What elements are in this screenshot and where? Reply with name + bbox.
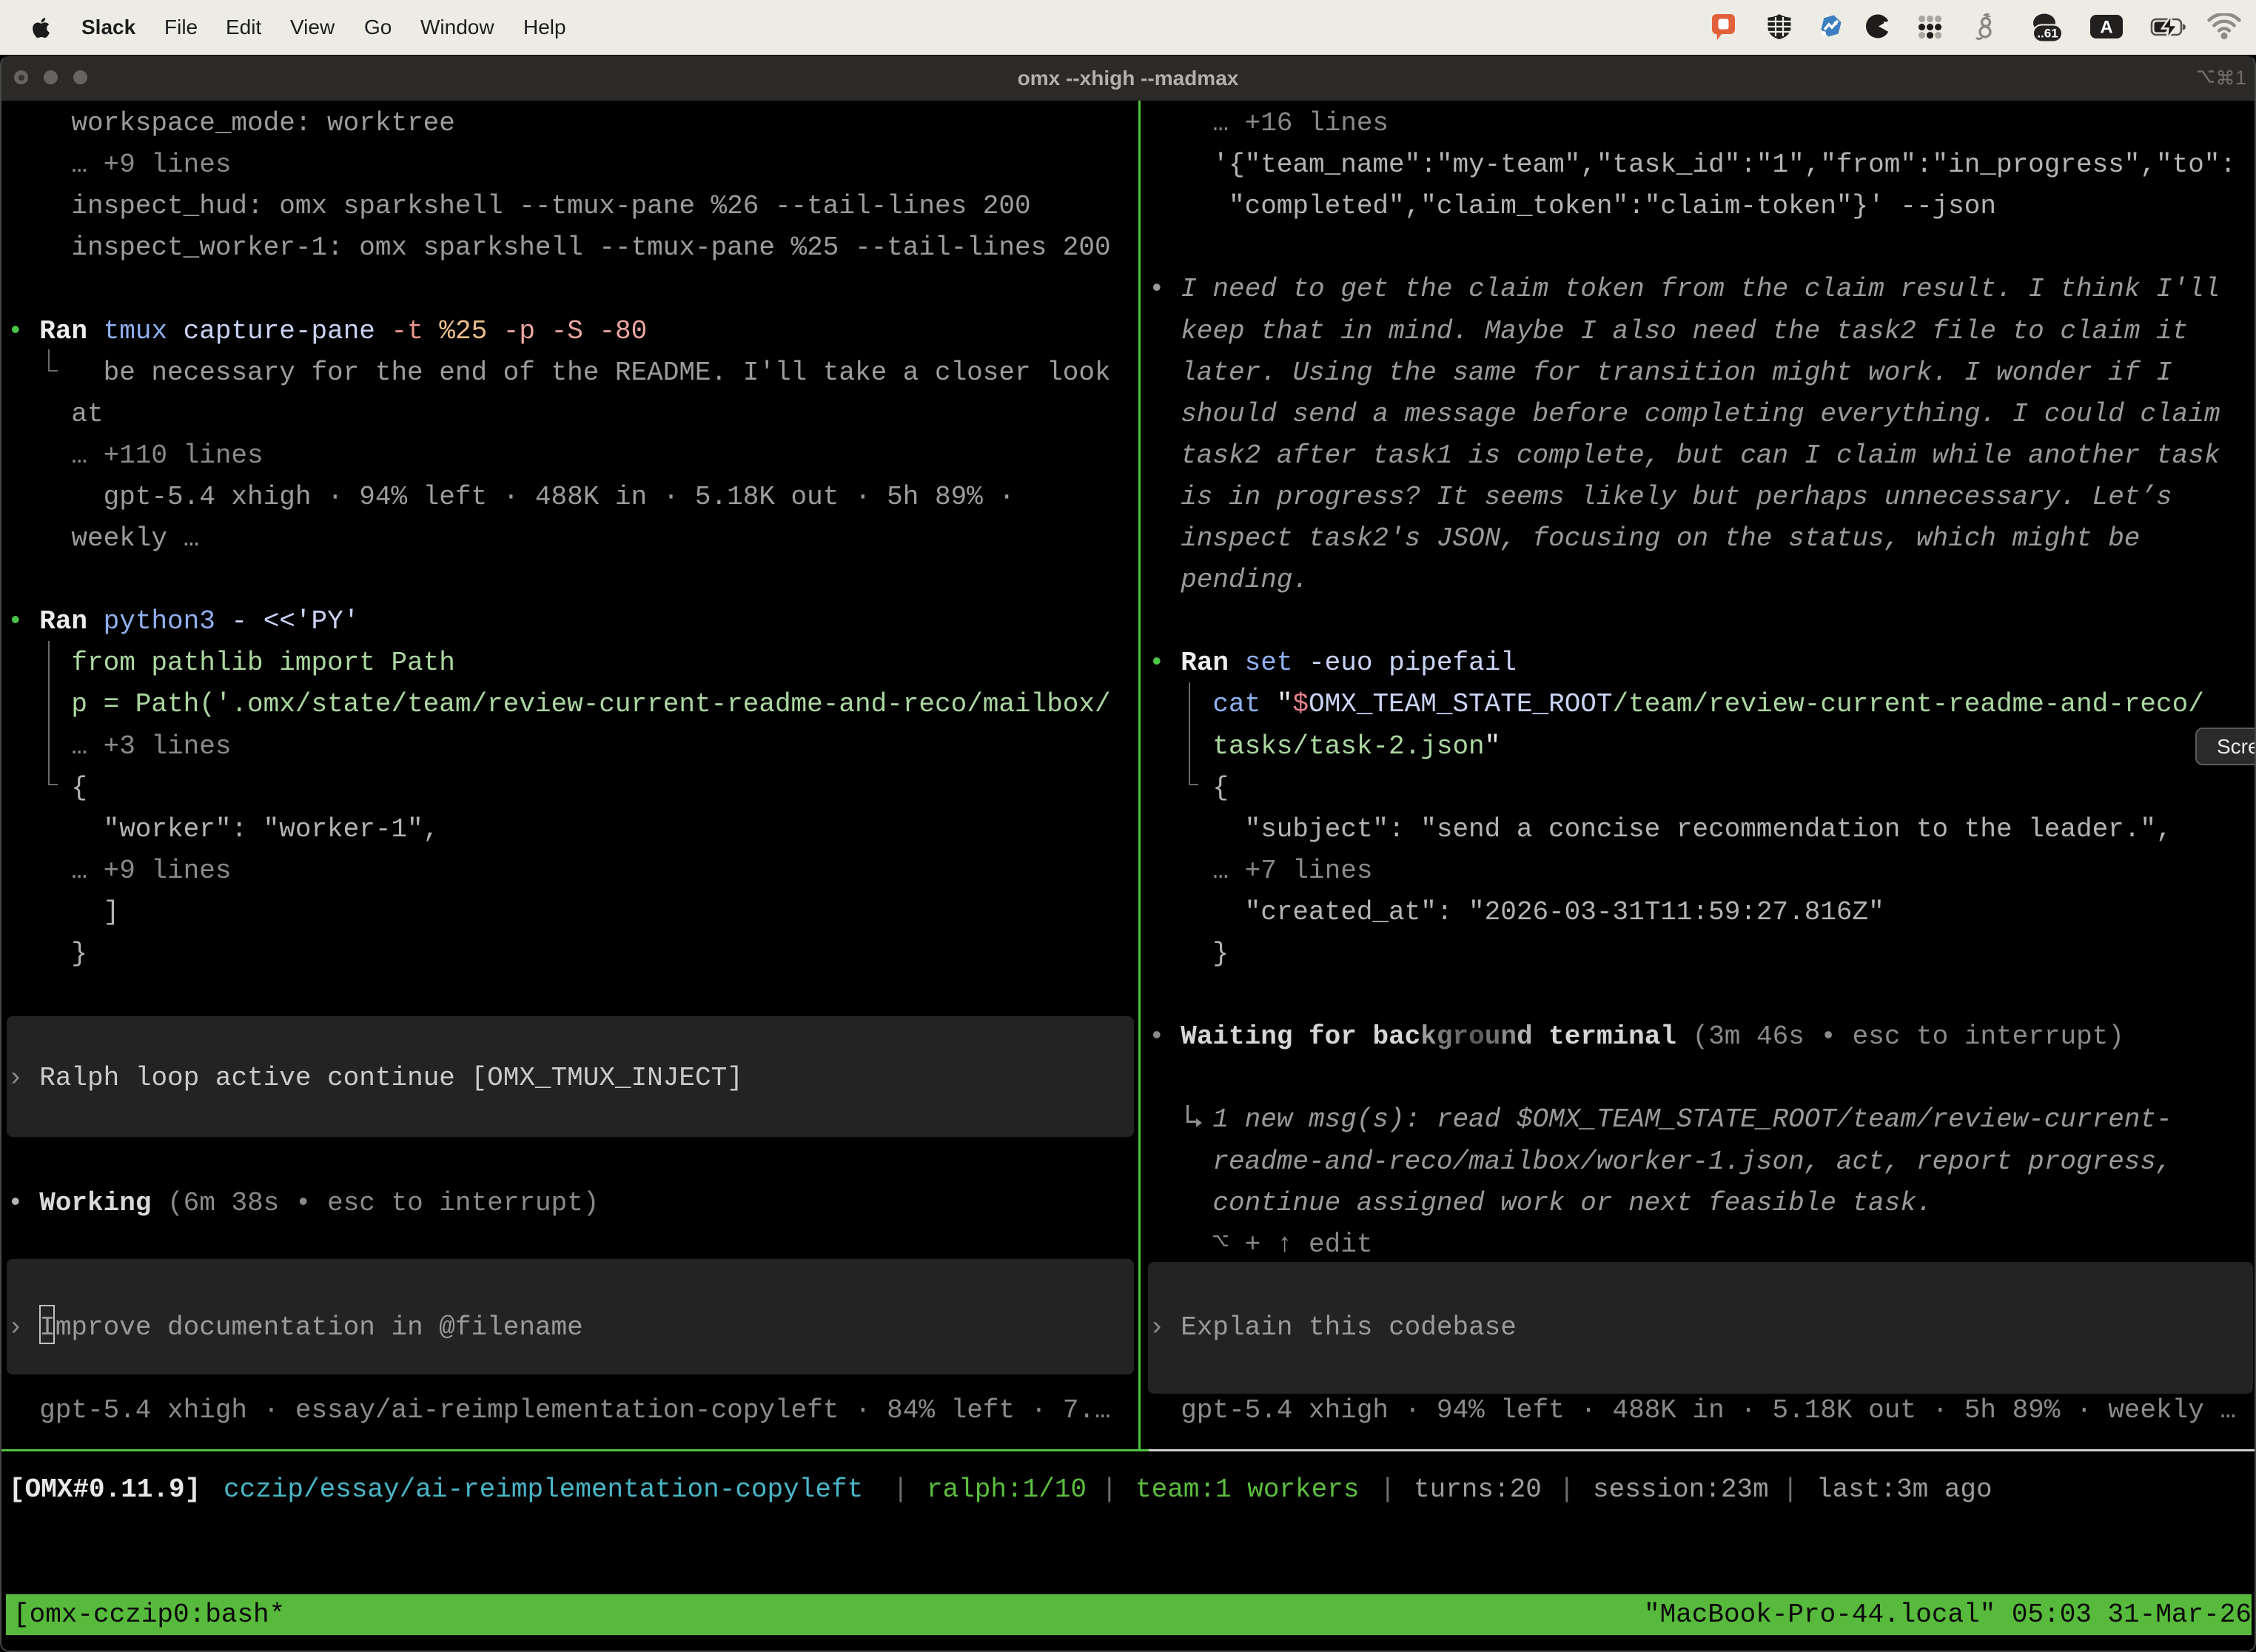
svg-text:A: A bbox=[2100, 18, 2112, 38]
svg-text:..61: ..61 bbox=[2037, 27, 2058, 41]
